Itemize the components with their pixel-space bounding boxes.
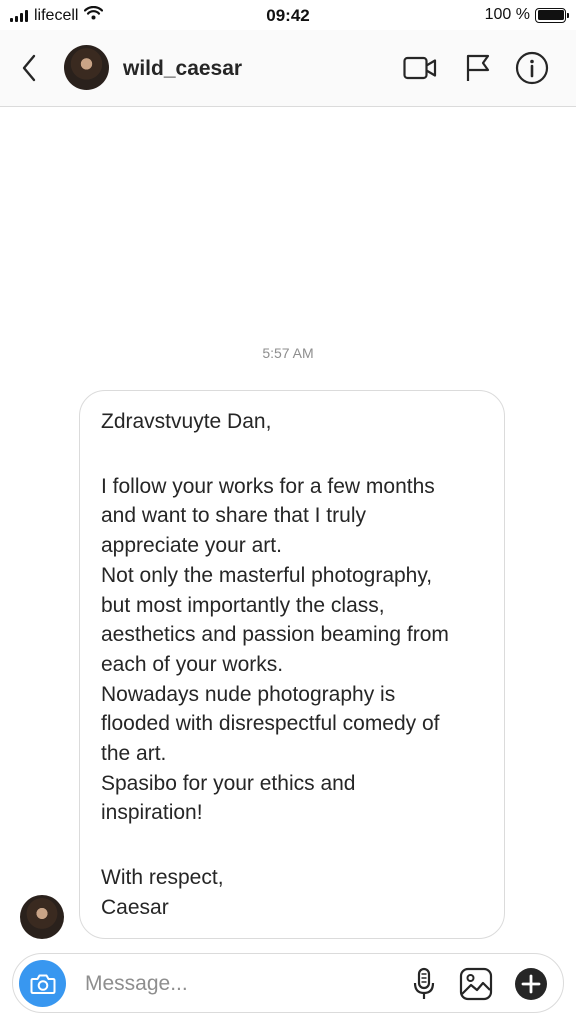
message-line: Spasibo for your ethics and <box>101 771 356 795</box>
message-line: inspiration! <box>101 801 203 825</box>
back-button[interactable] <box>16 54 42 82</box>
info-icon <box>515 51 549 85</box>
message-line: each of your works. <box>101 652 284 676</box>
camera-button[interactable] <box>19 960 66 1007</box>
flag-icon <box>466 54 490 81</box>
video-camera-icon <box>403 56 437 80</box>
chat-username[interactable]: wild_caesar <box>123 57 242 81</box>
message-line: aesthetics and passion beaming from <box>101 623 449 647</box>
voice-message-button[interactable] <box>406 966 442 1002</box>
report-button[interactable] <box>461 52 495 84</box>
message-line: I follow your works for a few months <box>101 474 435 498</box>
message-timestamp: 5:57 AM <box>262 345 314 361</box>
video-call-button[interactable] <box>403 52 437 84</box>
message-line: Not only the masterful photography, <box>101 563 433 587</box>
sender-avatar[interactable] <box>20 895 64 939</box>
battery-percent: 100 % <box>484 6 530 23</box>
message-input[interactable] <box>85 968 395 1000</box>
message-line: and want to share that I truly <box>101 504 366 528</box>
message-line: but most importantly the class, <box>101 593 385 617</box>
gallery-icon <box>459 967 493 1001</box>
chat-header: wild_caesar <box>0 30 576 107</box>
message-signature: Caesar <box>101 895 169 919</box>
more-options-button[interactable] <box>513 966 549 1002</box>
message-line: Nowadays nude photography is <box>101 682 396 706</box>
message-bubble[interactable]: Zdravstvuyte Dan, I follow your works fo… <box>79 390 505 939</box>
battery-icon <box>535 7 569 23</box>
message-line: appreciate your art. <box>101 534 282 558</box>
chevron-left-icon <box>22 54 36 82</box>
message-composer <box>12 953 564 1013</box>
message-closing: With respect, <box>101 866 224 890</box>
message-line: the art. <box>101 742 167 766</box>
message-greeting: Zdravstvuyte Dan, <box>101 410 272 433</box>
gallery-button[interactable] <box>458 966 494 1002</box>
status-bar: lifecell 09:42 100 % <box>0 0 576 30</box>
message-line: flooded with disrespectful comedy of <box>101 712 440 736</box>
status-right: 100 % <box>484 6 569 24</box>
microphone-icon <box>413 967 435 999</box>
camera-icon <box>30 974 55 994</box>
info-button[interactable] <box>515 51 549 85</box>
plus-circle-icon <box>515 968 547 1000</box>
profile-avatar[interactable] <box>64 45 109 90</box>
